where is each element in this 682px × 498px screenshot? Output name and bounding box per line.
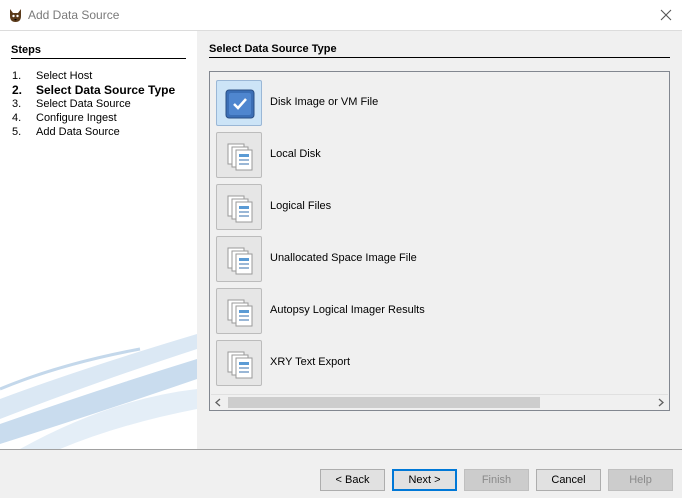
step-label: Select Host	[36, 70, 93, 82]
step-item-active: 2. Select Data Source Type	[12, 83, 175, 97]
documents-icon	[227, 195, 253, 223]
cancel-button[interactable]: Cancel	[536, 469, 601, 491]
type-option-logical-imager[interactable]: Autopsy Logical Imager Results	[216, 288, 656, 336]
type-option-xry-text-export[interactable]: XRY Text Export	[216, 340, 656, 388]
step-label: Select Data Source	[36, 98, 131, 110]
unallocated-space-toggle-button[interactable]	[216, 236, 262, 282]
scroll-right-arrow-icon[interactable]	[653, 395, 668, 410]
logical-files-toggle-button[interactable]	[216, 184, 262, 230]
step-item: 1. Select Host	[12, 69, 175, 83]
scrollbar-thumb[interactable]	[228, 397, 540, 408]
step-number: 5.	[12, 126, 22, 138]
logical-imager-toggle-button[interactable]	[216, 288, 262, 334]
title-bar: Add Data Source	[0, 0, 682, 31]
button-bar: < Back Next > Finish Cancel Help	[0, 449, 682, 498]
type-label: XRY Text Export	[270, 356, 351, 368]
type-label: Unallocated Space Image File	[270, 252, 417, 264]
step-number: 2.	[12, 83, 23, 97]
window-title: Add Data Source	[28, 8, 120, 22]
section-divider	[209, 57, 670, 58]
step-item: 3. Select Data Source	[12, 97, 175, 111]
step-number: 3.	[12, 98, 22, 110]
horizontal-scrollbar[interactable]	[211, 394, 668, 409]
step-number: 4.	[12, 112, 22, 124]
steps-divider	[11, 58, 186, 59]
step-number: 1.	[12, 70, 22, 82]
step-label: Add Data Source	[36, 126, 120, 138]
step-item: 4. Configure Ingest	[12, 111, 175, 125]
type-label: Local Disk	[270, 148, 321, 160]
step-label: Configure Ingest	[36, 112, 117, 124]
documents-icon	[227, 351, 253, 379]
type-option-local-disk[interactable]: Local Disk	[216, 132, 656, 180]
decorative-swoosh-graphic	[0, 334, 197, 449]
steps-list: 1. Select Host 2. Select Data Source Type …	[12, 69, 175, 139]
type-label: Autopsy Logical Imager Results	[270, 304, 425, 316]
close-icon[interactable]	[654, 4, 678, 26]
local-disk-toggle-button[interactable]	[216, 132, 262, 178]
documents-icon	[227, 247, 253, 275]
main-panel: Select Data Source Type Disk Image or VM…	[197, 31, 682, 449]
documents-icon	[227, 143, 253, 171]
xry-text-export-toggle-button[interactable]	[216, 340, 262, 386]
next-button[interactable]: Next >	[392, 469, 457, 491]
autopsy-dog-icon	[10, 9, 21, 22]
steps-panel: Steps 1. Select Host 2. Select Data Source…	[0, 31, 197, 449]
step-item: 5. Add Data Source	[12, 125, 175, 139]
disk-image-toggle-button[interactable]	[216, 80, 262, 126]
step-label: Select Data Source Type	[36, 83, 176, 97]
help-button[interactable]: Help	[608, 469, 673, 491]
type-label: Disk Image or VM File	[270, 96, 379, 108]
type-label: Logical Files	[270, 200, 332, 212]
documents-icon	[227, 299, 253, 327]
data-source-type-list: Disk Image or VM File Local Disk Logical…	[209, 71, 670, 411]
finish-button[interactable]: Finish	[464, 469, 529, 491]
type-option-unallocated-space[interactable]: Unallocated Space Image File	[216, 236, 656, 284]
type-option-disk-image[interactable]: Disk Image or VM File	[216, 80, 656, 128]
type-option-logical-files[interactable]: Logical Files	[216, 184, 656, 232]
back-button[interactable]: < Back	[320, 469, 385, 491]
section-title: Select Data Source Type	[209, 43, 337, 55]
checkbox-checked-icon	[225, 89, 255, 119]
steps-title: Steps	[11, 44, 41, 56]
scroll-left-arrow-icon[interactable]	[211, 395, 226, 410]
